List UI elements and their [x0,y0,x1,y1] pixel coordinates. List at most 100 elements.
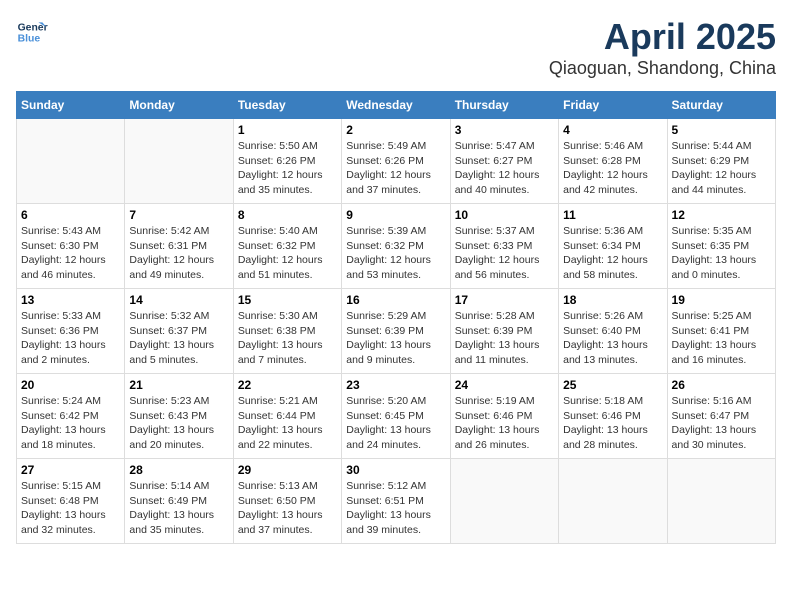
logo-icon: General Blue [16,16,48,48]
day-info: Sunrise: 5:42 AMSunset: 6:31 PMDaylight:… [129,224,228,283]
sunset-text: Sunset: 6:49 PM [129,495,207,507]
calendar-cell: 12Sunrise: 5:35 AMSunset: 6:35 PMDayligh… [667,204,775,289]
daylight-text: Daylight: 12 hours and 40 minutes. [455,169,540,196]
day-number: 9 [346,208,445,222]
calendar-cell [125,119,233,204]
day-info: Sunrise: 5:36 AMSunset: 6:34 PMDaylight:… [563,224,662,283]
sunset-text: Sunset: 6:29 PM [672,155,750,167]
calendar-cell: 20Sunrise: 5:24 AMSunset: 6:42 PMDayligh… [17,374,125,459]
calendar-cell: 7Sunrise: 5:42 AMSunset: 6:31 PMDaylight… [125,204,233,289]
sunrise-text: Sunrise: 5:15 AM [21,480,101,492]
day-number: 17 [455,293,554,307]
sunrise-text: Sunrise: 5:23 AM [129,395,209,407]
day-info: Sunrise: 5:21 AMSunset: 6:44 PMDaylight:… [238,394,337,453]
daylight-text: Daylight: 13 hours and 30 minutes. [672,424,757,451]
day-info: Sunrise: 5:43 AMSunset: 6:30 PMDaylight:… [21,224,120,283]
daylight-text: Daylight: 12 hours and 46 minutes. [21,254,106,281]
daylight-text: Daylight: 13 hours and 7 minutes. [238,339,323,366]
calendar-cell: 26Sunrise: 5:16 AMSunset: 6:47 PMDayligh… [667,374,775,459]
sunrise-text: Sunrise: 5:50 AM [238,140,318,152]
sunrise-text: Sunrise: 5:49 AM [346,140,426,152]
sunrise-text: Sunrise: 5:33 AM [21,310,101,322]
calendar-body: 1Sunrise: 5:50 AMSunset: 6:26 PMDaylight… [17,119,776,544]
day-number: 10 [455,208,554,222]
day-info: Sunrise: 5:47 AMSunset: 6:27 PMDaylight:… [455,139,554,198]
day-info: Sunrise: 5:25 AMSunset: 6:41 PMDaylight:… [672,309,771,368]
day-number: 5 [672,123,771,137]
calendar-cell: 4Sunrise: 5:46 AMSunset: 6:28 PMDaylight… [559,119,667,204]
day-number: 28 [129,463,228,477]
calendar-cell: 21Sunrise: 5:23 AMSunset: 6:43 PMDayligh… [125,374,233,459]
daylight-text: Daylight: 13 hours and 9 minutes. [346,339,431,366]
sunrise-text: Sunrise: 5:44 AM [672,140,752,152]
daylight-text: Daylight: 12 hours and 51 minutes. [238,254,323,281]
sunset-text: Sunset: 6:32 PM [238,240,316,252]
daylight-text: Daylight: 12 hours and 53 minutes. [346,254,431,281]
sunset-text: Sunset: 6:32 PM [346,240,424,252]
calendar-cell: 23Sunrise: 5:20 AMSunset: 6:45 PMDayligh… [342,374,450,459]
sunrise-text: Sunrise: 5:30 AM [238,310,318,322]
calendar-cell: 29Sunrise: 5:13 AMSunset: 6:50 PMDayligh… [233,459,341,544]
day-info: Sunrise: 5:49 AMSunset: 6:26 PMDaylight:… [346,139,445,198]
day-info: Sunrise: 5:28 AMSunset: 6:39 PMDaylight:… [455,309,554,368]
header-row: SundayMondayTuesdayWednesdayThursdayFrid… [17,92,776,119]
calendar-cell: 17Sunrise: 5:28 AMSunset: 6:39 PMDayligh… [450,289,558,374]
day-number: 25 [563,378,662,392]
weekday-header: Thursday [450,92,558,119]
day-number: 4 [563,123,662,137]
sunrise-text: Sunrise: 5:43 AM [21,225,101,237]
sunrise-text: Sunrise: 5:12 AM [346,480,426,492]
day-info: Sunrise: 5:24 AMSunset: 6:42 PMDaylight:… [21,394,120,453]
day-info: Sunrise: 5:12 AMSunset: 6:51 PMDaylight:… [346,479,445,538]
calendar-cell: 15Sunrise: 5:30 AMSunset: 6:38 PMDayligh… [233,289,341,374]
sunset-text: Sunset: 6:28 PM [563,155,641,167]
sunrise-text: Sunrise: 5:14 AM [129,480,209,492]
day-number: 30 [346,463,445,477]
sunset-text: Sunset: 6:39 PM [455,325,533,337]
sunrise-text: Sunrise: 5:13 AM [238,480,318,492]
weekday-header: Saturday [667,92,775,119]
day-info: Sunrise: 5:50 AMSunset: 6:26 PMDaylight:… [238,139,337,198]
sunset-text: Sunset: 6:36 PM [21,325,99,337]
sunrise-text: Sunrise: 5:16 AM [672,395,752,407]
sunrise-text: Sunrise: 5:42 AM [129,225,209,237]
calendar-cell: 22Sunrise: 5:21 AMSunset: 6:44 PMDayligh… [233,374,341,459]
sunrise-text: Sunrise: 5:39 AM [346,225,426,237]
calendar-cell [559,459,667,544]
sunrise-text: Sunrise: 5:46 AM [563,140,643,152]
daylight-text: Daylight: 13 hours and 20 minutes. [129,424,214,451]
sunrise-text: Sunrise: 5:21 AM [238,395,318,407]
sunset-text: Sunset: 6:38 PM [238,325,316,337]
day-info: Sunrise: 5:39 AM Sunset: 6:32 PM Daylight:… [346,224,445,283]
day-number: 13 [21,293,120,307]
day-info: Sunrise: 5:15 AMSunset: 6:48 PMDaylight:… [21,479,120,538]
calendar-cell: 8Sunrise: 5:40 AMSunset: 6:32 PMDaylight… [233,204,341,289]
sunrise-text: Sunrise: 5:26 AM [563,310,643,322]
main-title: April 2025 [549,16,776,58]
sunrise-text: Sunrise: 5:28 AM [455,310,535,322]
sunrise-text: Sunrise: 5:47 AM [455,140,535,152]
daylight-text: Daylight: 13 hours and 22 minutes. [238,424,323,451]
daylight-text: Daylight: 13 hours and 2 minutes. [21,339,106,366]
daylight-text: Daylight: 12 hours and 44 minutes. [672,169,757,196]
sunrise-text: Sunrise: 5:18 AM [563,395,643,407]
day-number: 29 [238,463,337,477]
day-info: Sunrise: 5:23 AMSunset: 6:43 PMDaylight:… [129,394,228,453]
day-number: 2 [346,123,445,137]
calendar-table: SundayMondayTuesdayWednesdayThursdayFrid… [16,91,776,544]
title-area: April 2025 Qiaoguan, Shandong, China [549,16,776,79]
calendar-cell: 13 Sunrise: 5:33 AM Sunset: 6:36 PM Dayligh… [17,289,125,374]
calendar-week: 6 Sunrise: 5:43 AMSunset: 6:30 PMDaylight… [17,204,776,289]
daylight-text: Daylight: 12 hours and 58 minutes. [563,254,648,281]
weekday-header: Wednesday [342,92,450,119]
daylight-text: Daylight: 13 hours and 35 minutes. [129,509,214,536]
day-number: 6 [21,208,120,222]
sunrise-text: Sunrise: 5:24 AM [21,395,101,407]
calendar-cell: 2 Sunrise: 5:49 AMSunset: 6:26 PMDaylight… [342,119,450,204]
sunset-text: Sunset: 6:39 PM [346,325,424,337]
day-number: 24 [455,378,554,392]
daylight-text: Daylight: 13 hours and 32 minutes. [21,509,106,536]
calendar-week: 13 Sunrise: 5:33 AM Sunset: 6:36 PM Dayligh… [17,289,776,374]
day-number: 26 [672,378,771,392]
sunrise-text: Sunrise: 5:25 AM [672,310,752,322]
